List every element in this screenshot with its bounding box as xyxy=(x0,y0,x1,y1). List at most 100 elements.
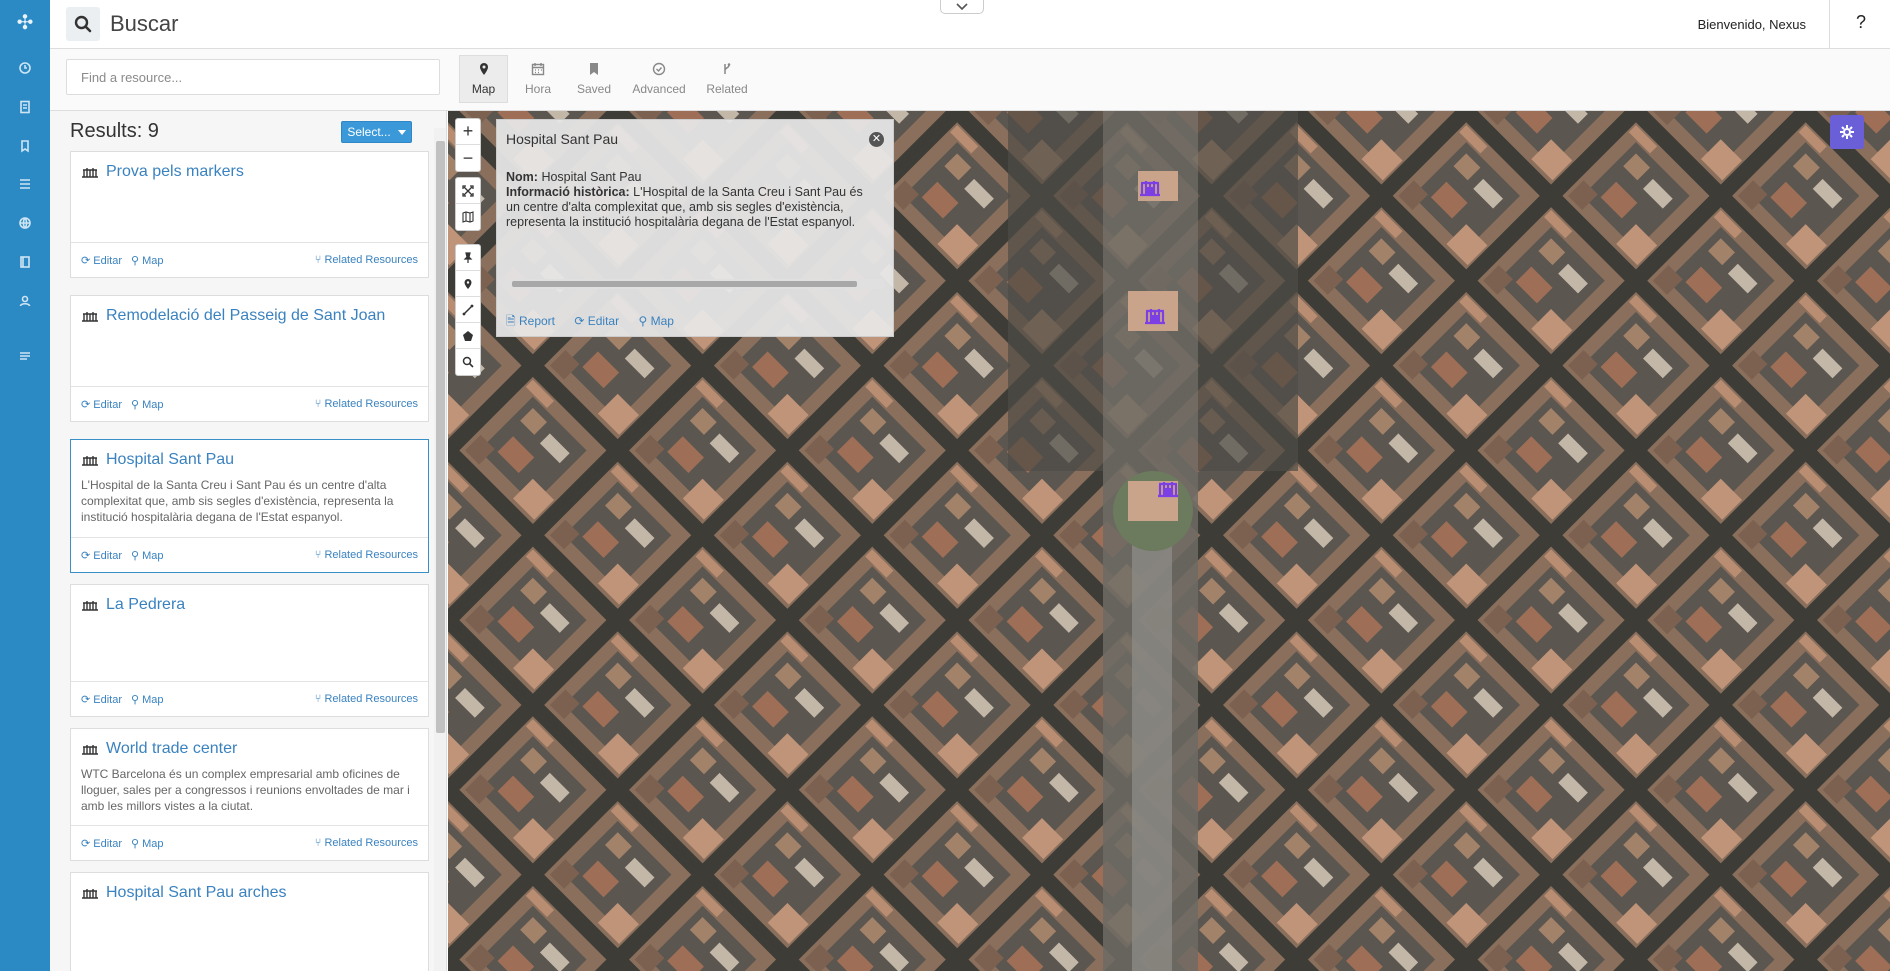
edit-link[interactable]: ⟳ Editar xyxy=(574,314,619,328)
tab-map[interactable]: Map xyxy=(459,55,508,103)
result-title-link[interactable]: Prova pels markers xyxy=(106,163,244,181)
sidebar-menu-icon[interactable] xyxy=(15,346,35,366)
related-resources-link[interactable]: ⑂ Related Resources xyxy=(315,398,418,410)
result-actions: ⟳ Editar ⚲ Map ⑂ Related Resources xyxy=(71,825,428,860)
related-resources-link[interactable]: ⑂ Related Resources xyxy=(315,254,418,266)
report-link[interactable]: 🗎 Report xyxy=(506,314,555,328)
result-title-link[interactable]: La Pedrera xyxy=(106,596,185,614)
result-actions: ⟳ Editar ⚲ Map ⑂ Related Resources xyxy=(71,537,428,572)
sidebar-globe-icon[interactable] xyxy=(15,213,35,233)
map-link[interactable]: ⚲ Map xyxy=(131,837,164,850)
result-title-link[interactable]: Hospital Sant Pau arches xyxy=(106,884,287,902)
results-count: Results: 9 xyxy=(70,120,159,142)
tab-advanced[interactable]: Advanced xyxy=(625,55,693,103)
result-card[interactable]: La Pedrera ⟳ Editar ⚲ Map ⑂ Related Reso… xyxy=(70,584,429,717)
sidebar-user-icon[interactable] xyxy=(15,291,35,311)
map-marker-icon xyxy=(479,63,488,75)
line-icon xyxy=(462,304,474,315)
tab-saved[interactable]: Saved xyxy=(568,55,620,103)
sidebar-book-icon[interactable] xyxy=(15,252,35,272)
fullscreen-icon xyxy=(462,184,474,197)
result-title-link[interactable]: Hospital Sant Pau xyxy=(106,451,234,469)
related-resources-link[interactable]: ⑂ Related Resources xyxy=(315,837,418,849)
folded-map-icon xyxy=(462,211,474,223)
chevron-down-icon xyxy=(956,2,968,10)
result-actions: ⟳ Editar ⚲ Map ⑂ Related Resources xyxy=(71,242,428,277)
tab-label: Saved xyxy=(576,82,612,96)
search-toggle-button[interactable] xyxy=(66,7,100,41)
tab-hora[interactable]: Hora xyxy=(512,55,564,103)
name-label: Nom: xyxy=(506,170,538,184)
polygon-icon xyxy=(463,330,473,341)
map-link[interactable]: ⚲ Map xyxy=(638,314,673,328)
map-view[interactable]: + − Hospital Sant Pau ✕ Nom: Hospital Sa… xyxy=(448,111,1890,971)
sidebar-list-icon[interactable] xyxy=(15,174,35,194)
result-card-selected[interactable]: Hospital Sant Pau L'Hospital de la Santa… xyxy=(70,439,429,573)
popup-horizontal-scrollbar[interactable] xyxy=(502,279,884,289)
scrollbar-thumb[interactable] xyxy=(512,281,857,287)
calendar-icon xyxy=(531,63,545,76)
draw-point-button[interactable] xyxy=(456,271,480,297)
zoom-out-button[interactable]: − xyxy=(456,145,480,171)
edit-link[interactable]: ⟳ Editar xyxy=(81,549,122,562)
tab-label: Map xyxy=(471,82,496,96)
result-description: L'Hospital de la Santa Creu i Sant Pau é… xyxy=(81,478,394,524)
edit-link[interactable]: ⟳ Editar xyxy=(81,254,122,267)
basemap-button[interactable] xyxy=(456,204,480,230)
history-label: Informació històrica: xyxy=(506,185,630,199)
result-card[interactable]: Remodelació del Passeig de Sant Joan ⟳ E… xyxy=(70,295,429,422)
collapse-toggle-button[interactable] xyxy=(940,0,984,14)
result-title-link[interactable]: Remodelació del Passeig de Sant Joan xyxy=(106,307,385,325)
draw-line-button[interactable] xyxy=(456,297,480,323)
pushpin-icon xyxy=(463,251,473,263)
sidebar-bookmark-icon[interactable] xyxy=(15,136,35,156)
top-bar: Buscar Bienvenido, Nexus ? xyxy=(50,0,1890,49)
app-logo-icon[interactable]: ✣ xyxy=(14,12,36,34)
edit-link[interactable]: ⟳ Editar xyxy=(81,693,122,706)
edit-link[interactable]: ⟳ Editar xyxy=(81,837,122,850)
map-settings-button[interactable] xyxy=(1830,115,1864,149)
search-icon xyxy=(74,15,92,33)
map-link[interactable]: ⚲ Map xyxy=(131,398,164,411)
map-marker[interactable] xyxy=(1143,303,1167,325)
help-button[interactable]: ? xyxy=(1856,12,1866,33)
sidebar-document-icon[interactable] xyxy=(15,97,35,117)
resource-popup: Hospital Sant Pau ✕ Nom: Hospital Sant P… xyxy=(496,119,894,337)
welcome-user-link[interactable]: Bienvenido, Nexus xyxy=(1698,17,1806,32)
draw-polygon-button[interactable] xyxy=(456,323,480,349)
view-controls xyxy=(455,177,481,231)
result-card[interactable]: Prova pels markers ⟳ Editar ⚲ Map ⑂ Rela… xyxy=(70,151,429,278)
fullscreen-button[interactable] xyxy=(456,178,480,204)
map-marker-selected[interactable] xyxy=(1156,476,1180,498)
popup-close-button[interactable]: ✕ xyxy=(869,132,884,147)
map-link[interactable]: ⚲ Map xyxy=(131,549,164,562)
result-actions: ⟳ Editar ⚲ Map ⑂ Related Resources xyxy=(71,386,428,421)
tab-label: Advanced xyxy=(632,82,686,96)
resource-search-input[interactable] xyxy=(66,59,440,95)
page-title: Buscar xyxy=(110,11,179,36)
popup-details: Nom: Hospital Sant Pau Informació històr… xyxy=(506,170,878,230)
result-title-link[interactable]: World trade center xyxy=(106,740,237,758)
gear-icon xyxy=(1840,125,1854,139)
select-dropdown-button[interactable]: Select... xyxy=(341,121,412,143)
map-marker[interactable] xyxy=(1138,175,1162,197)
zoom-in-button[interactable]: + xyxy=(456,119,480,145)
bookmark-icon xyxy=(590,63,598,75)
pin-button[interactable] xyxy=(456,245,480,271)
related-resources-link[interactable]: ⑂ Related Resources xyxy=(315,693,418,705)
tab-label: Related xyxy=(706,82,748,96)
results-scrollbar[interactable] xyxy=(434,128,446,971)
branch-icon xyxy=(724,63,731,74)
sidebar-search-icon[interactable] xyxy=(15,58,35,78)
related-resources-link[interactable]: ⑂ Related Resources xyxy=(315,549,418,561)
map-link[interactable]: ⚲ Map xyxy=(131,254,164,267)
map-link[interactable]: ⚲ Map xyxy=(131,693,164,706)
result-card[interactable]: Hospital Sant Pau arches xyxy=(70,872,429,971)
map-search-button[interactable] xyxy=(456,349,480,375)
scrollbar-thumb[interactable] xyxy=(436,141,445,733)
result-card[interactable]: World trade center WTC Barcelona és un c… xyxy=(70,728,429,861)
search-icon xyxy=(462,356,474,368)
popup-title: Hospital Sant Pau xyxy=(506,131,619,147)
tab-related[interactable]: Related xyxy=(697,55,757,103)
edit-link[interactable]: ⟳ Editar xyxy=(81,398,122,411)
